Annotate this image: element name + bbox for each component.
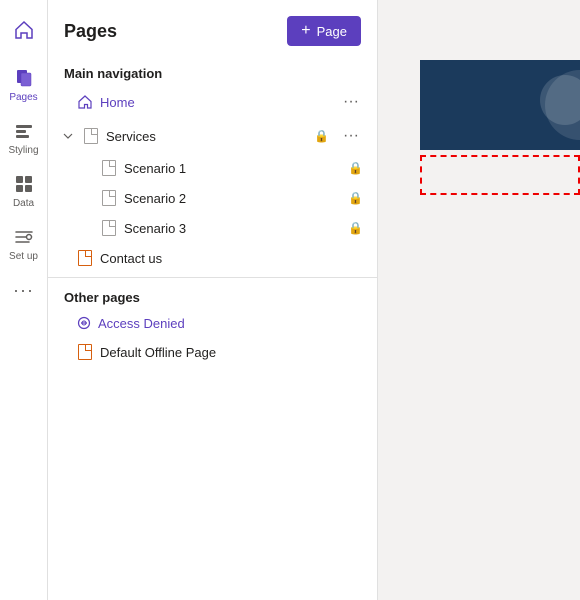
nav-item-scenario3[interactable]: Scenario 3 🔒	[48, 213, 377, 243]
services-page-icon	[82, 127, 100, 145]
services-lock-icon: 🔒	[314, 129, 329, 143]
home-dots-menu[interactable]: ···	[337, 91, 365, 113]
contact-label: Contact us	[100, 251, 365, 266]
preview-panel: Move to "Other pages" Move down Add a ne…	[378, 0, 580, 600]
preview-blue-box	[420, 60, 580, 150]
add-page-icon: +	[301, 22, 310, 40]
sidebar-item-more[interactable]: ···	[2, 272, 46, 308]
nav-item-access-denied[interactable]: Access Denied	[48, 309, 377, 337]
offline-page-icon	[76, 343, 94, 361]
services-chevron	[60, 128, 76, 144]
other-pages-title: Other pages	[48, 282, 377, 309]
sidebar-item-styling[interactable]: Styling	[2, 113, 46, 162]
pages-title: Pages	[64, 21, 117, 42]
sidebar-item-pages[interactable]: Pages	[2, 60, 46, 109]
styling-icon	[12, 119, 36, 143]
pages-label: Pages	[9, 92, 37, 103]
sidebar-home-icon[interactable]	[2, 8, 46, 52]
nav-item-contact[interactable]: Contact us	[48, 243, 377, 273]
scenario3-lock-icon: 🔒	[348, 221, 363, 235]
nav-item-scenario1[interactable]: Scenario 1 🔒	[48, 153, 377, 183]
scenario2-lock-icon: 🔒	[348, 191, 363, 205]
home-nav-label: Home	[100, 95, 331, 110]
offline-label: Default Offline Page	[100, 345, 365, 360]
nav-item-offline[interactable]: Default Offline Page	[48, 337, 377, 367]
data-icon	[12, 172, 36, 196]
section-divider	[48, 277, 377, 278]
nav-item-services[interactable]: Services 🔒 ···	[48, 119, 377, 153]
add-page-label: Page	[317, 24, 347, 39]
scenario3-page-icon	[100, 219, 118, 237]
scenario2-label: Scenario 2	[124, 191, 342, 206]
scenario1-page-icon	[100, 159, 118, 177]
setup-label: Set up	[9, 251, 38, 262]
sidebar-item-setup[interactable]: Set up	[2, 219, 46, 268]
more-icon: ···	[12, 278, 36, 302]
nav-item-home[interactable]: Home ···	[48, 85, 377, 119]
services-dots-menu[interactable]: ···	[337, 125, 365, 147]
sidebar-item-data[interactable]: Data	[2, 166, 46, 215]
home-nav-icon	[76, 93, 94, 111]
services-nav-label: Services	[106, 129, 308, 144]
add-page-button[interactable]: + Page	[287, 16, 361, 46]
contact-page-icon	[76, 249, 94, 267]
sidebar-narrow: Pages Styling Data	[0, 0, 48, 600]
main-nav-title: Main navigation	[48, 58, 377, 85]
access-denied-label: Access Denied	[98, 316, 365, 331]
data-label: Data	[13, 198, 34, 209]
scenario3-label: Scenario 3	[124, 221, 342, 236]
preview-red-dashed-box	[420, 155, 580, 195]
setup-icon	[12, 225, 36, 249]
styling-label: Styling	[8, 145, 38, 156]
pages-icon	[12, 66, 36, 90]
pages-panel: Pages + Page Main navigation Home ··· Se…	[48, 0, 378, 600]
access-denied-icon	[76, 315, 92, 331]
scenario1-label: Scenario 1	[124, 161, 342, 176]
pages-header: Pages + Page	[48, 0, 377, 58]
scenario1-lock-icon: 🔒	[348, 161, 363, 175]
scenario2-page-icon	[100, 189, 118, 207]
nav-item-scenario2[interactable]: Scenario 2 🔒	[48, 183, 377, 213]
